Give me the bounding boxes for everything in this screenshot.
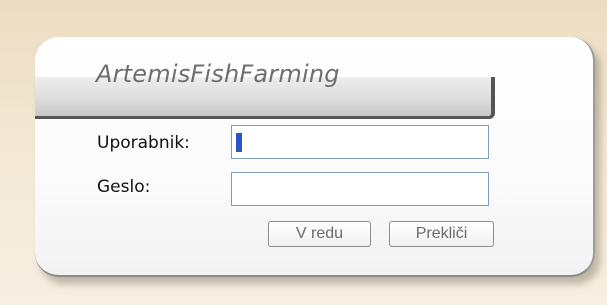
password-label: Geslo:	[97, 177, 151, 197]
username-label: Uporabnik:	[97, 133, 190, 153]
cancel-button[interactable]: Prekliči	[389, 221, 494, 247]
text-cursor	[236, 133, 242, 152]
password-input[interactable]	[231, 172, 489, 206]
login-panel: ArtemisFishFarming Uporabnik: Geslo: V r…	[35, 37, 595, 277]
username-input[interactable]	[231, 125, 489, 159]
app-title: ArtemisFishFarming	[96, 60, 340, 88]
ok-button[interactable]: V redu	[268, 221, 371, 247]
